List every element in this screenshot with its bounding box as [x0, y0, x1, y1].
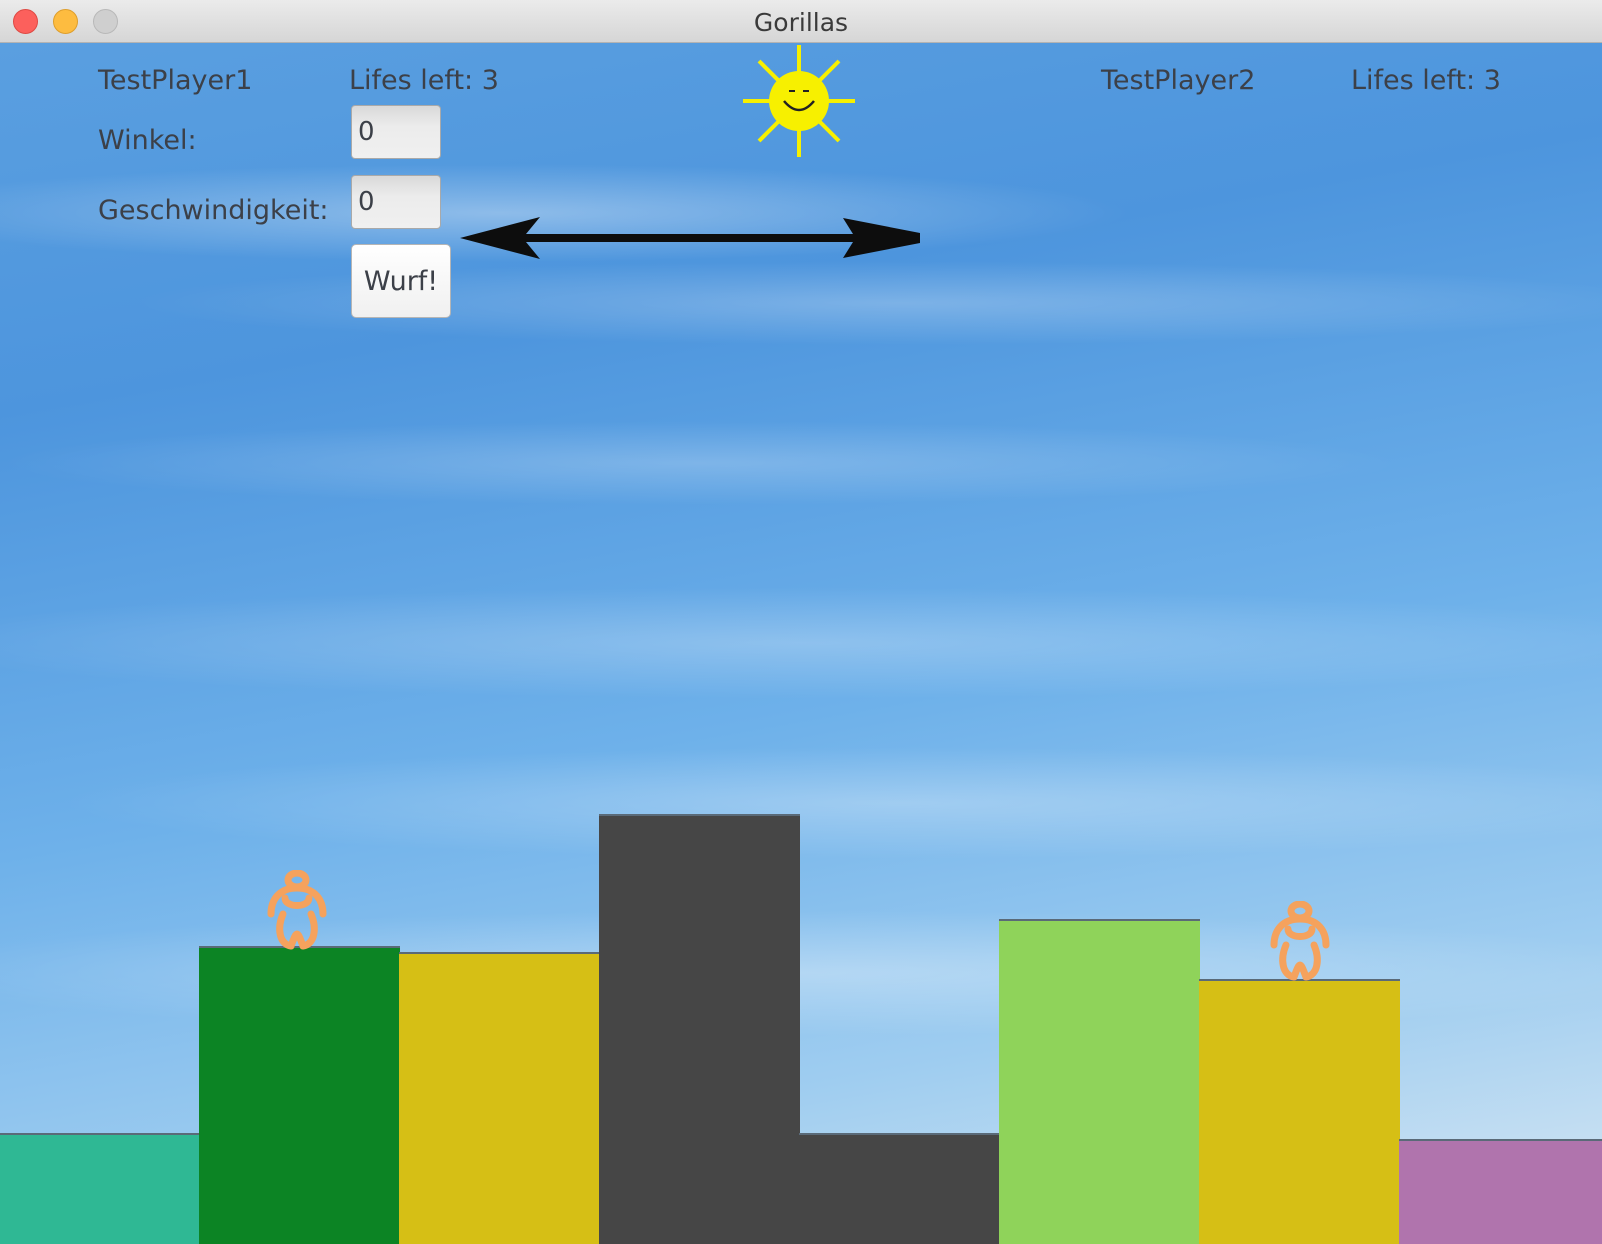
game-scene: TestPlayer1 Lifes left: 3 Winkel: Geschw… — [0, 43, 1602, 1244]
player1-name: TestPlayer1 — [98, 65, 253, 96]
building-1 — [0, 1133, 200, 1244]
speed-label: Geschwindigkeit: — [98, 195, 329, 226]
smiling-sun-icon — [743, 45, 855, 157]
building-6 — [999, 919, 1200, 1244]
building-8 — [1399, 1139, 1602, 1244]
building-3 — [399, 952, 600, 1244]
angle-input[interactable] — [351, 105, 441, 159]
player2-lives: Lifes left: 3 — [1351, 65, 1501, 96]
title-bar: Gorillas — [0, 0, 1602, 43]
building-2 — [199, 946, 400, 1244]
player2-name: TestPlayer2 — [1101, 65, 1256, 96]
building-7 — [1199, 979, 1400, 1244]
building-5 — [799, 1133, 1000, 1244]
arrow-left-icon — [460, 217, 920, 259]
speed-input[interactable] — [351, 175, 441, 229]
game-window: Gorillas TestPlayer1 Lifes left: 3 Winke… — [0, 0, 1602, 1244]
gorilla-player1-icon — [267, 870, 327, 950]
angle-label: Winkel: — [98, 125, 197, 156]
window-title: Gorillas — [753, 8, 849, 37]
building-4 — [599, 814, 800, 1244]
player1-lives: Lifes left: 3 — [349, 65, 499, 96]
throw-button[interactable]: Wurf! — [351, 244, 451, 318]
gorilla-player2-icon — [1270, 901, 1330, 981]
